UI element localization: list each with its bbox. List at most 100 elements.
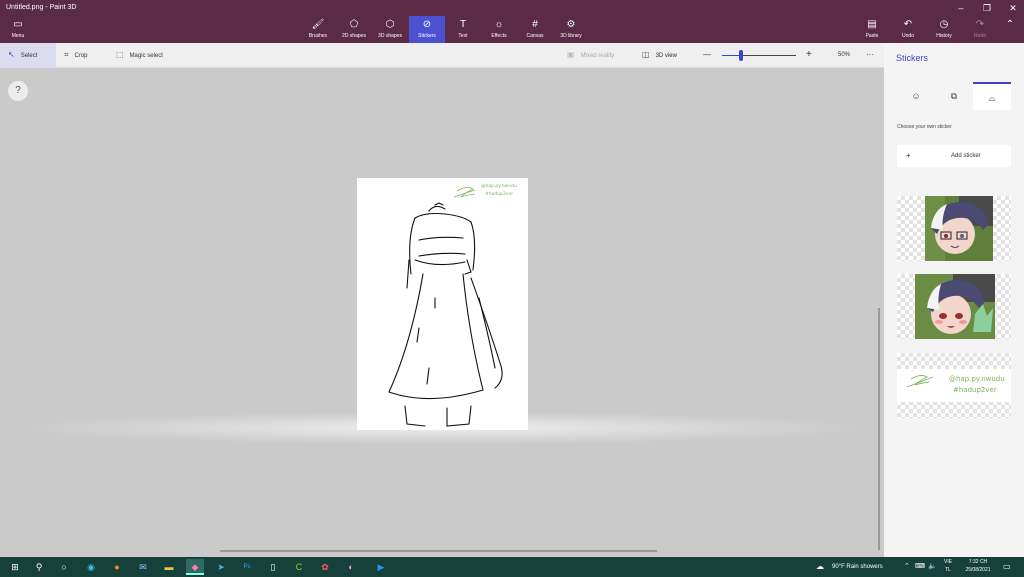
collapse-toolbar-button[interactable]: ⌃ <box>998 16 1022 43</box>
sticker-anime-character-1 <box>925 196 993 261</box>
panel-title: Stickers <box>896 53 929 63</box>
3d-view-button[interactable]: ◫ 3D view <box>642 43 677 67</box>
brush-icon: 🖌 <box>311 19 325 30</box>
title-bar: Untitled.png - Paint 3D – ❐ ✕ ▭ Menu 🖌 B… <box>0 0 1024 43</box>
cursor-icon: ↖ <box>8 50 15 59</box>
paste-button[interactable]: ▤ Paste <box>854 16 890 43</box>
textures-tab-icon: ⧉ <box>950 91 958 101</box>
windows-start-icon[interactable]: ⊞ <box>6 559 24 575</box>
folder-icon: ▭ <box>13 19 23 30</box>
shapes-2d-icon: ⬠ <box>349 19 359 30</box>
text-icon: T <box>459 19 467 30</box>
signature-scribble <box>453 187 476 198</box>
effects-icon: ☼ <box>494 19 504 30</box>
zoom-app-icon[interactable]: ▶ <box>372 559 390 575</box>
tool-3d-shapes[interactable]: ⬡ 3D shapes <box>372 16 408 43</box>
tool-brushes[interactable]: 🖌 Brushes <box>300 16 336 43</box>
mixed-reality-icon: ▣ <box>567 50 575 59</box>
menu-button[interactable]: ▭ Menu <box>0 16 36 43</box>
weather-icon: ☁ <box>816 562 824 571</box>
clipboard-icon: ▤ <box>867 19 877 30</box>
3d-view-icon: ◫ <box>642 50 650 59</box>
tool-text[interactable]: T Text <box>445 16 481 43</box>
stickers-tab-icon: ☺ <box>911 91 921 101</box>
media-app-icon[interactable]: ◐ <box>342 559 360 575</box>
firefox-icon[interactable]: ● <box>108 559 126 575</box>
sticker-signature: @hap.py.nwudu #hadup2ver <box>897 369 1011 402</box>
crop-button[interactable]: ⌗ Crop <box>64 43 88 67</box>
sticker-icon: ⊘ <box>422 19 432 30</box>
network-icon[interactable]: ⌨ <box>915 557 925 577</box>
zoom-out-button[interactable]: — <box>703 43 711 67</box>
help-button[interactable]: ? <box>8 81 28 101</box>
tab-textures[interactable]: ⧉ <box>935 82 973 110</box>
telegram-icon[interactable]: ➤ <box>212 559 230 575</box>
mixed-reality-button[interactable]: ▣ Mixed reality <box>567 43 614 67</box>
file-explorer-icon[interactable]: ▬ <box>160 559 178 575</box>
signature-text-1: @hap.py.nwudu <box>481 183 517 189</box>
paint-3d-taskbar-icon[interactable]: ◆ <box>186 559 204 575</box>
drawing-canvas[interactable]: @hap.py.nwudu #hadup2ver <box>357 178 528 430</box>
sticker-thumbnail[interactable] <box>897 274 1011 339</box>
sticker-anime-character-2 <box>915 274 995 339</box>
custom-sticker-tab-icon: ⌓ <box>988 93 996 103</box>
more-options-button[interactable]: ··· <box>866 43 874 67</box>
close-button[interactable]: ✕ <box>1003 2 1023 14</box>
tab-stickers[interactable]: ☺ <box>897 82 935 110</box>
sticker-signature-text-2: #hadup2ver <box>953 386 997 394</box>
tool-canvas[interactable]: # Canvas <box>517 16 553 43</box>
weather-text[interactable]: 90°F Rain showers <box>832 557 883 577</box>
undo-icon: ↶ <box>903 19 913 30</box>
select-button[interactable]: ↖ Select <box>0 43 56 67</box>
search-icon[interactable]: ⚲ <box>30 559 48 575</box>
sketch-drawing: @hap.py.nwudu #hadup2ver <box>388 183 517 427</box>
tool-2d-shapes[interactable]: ⬠ 2D shapes <box>336 16 372 43</box>
minimize-button[interactable]: – <box>951 2 971 14</box>
mail-icon[interactable]: ✉ <box>134 559 152 575</box>
windows-taskbar: ⊞ ⚲ ○ ◉ ● ✉ ▬ ◆ ➤ Ps ▯ C ✿ ◐ ▶ ☁ 90°F Ra… <box>0 557 1024 577</box>
zoom-in-button[interactable]: + <box>806 43 812 67</box>
language-indicator[interactable]: VIE TL <box>944 558 952 574</box>
sticker-signature-text-1: @hap.py.nwudu <box>949 375 1005 383</box>
history-icon: ◷ <box>939 19 949 30</box>
photoshop-icon[interactable]: Ps <box>238 559 256 575</box>
volume-icon[interactable]: 🔈 <box>928 557 937 577</box>
zoom-slider-thumb[interactable] <box>738 50 743 61</box>
magic-select-button[interactable]: ⬚ Magic select <box>116 43 163 67</box>
tool-effects[interactable]: ☼ Effects <box>481 16 517 43</box>
notification-icon[interactable]: ▭ <box>1003 557 1011 577</box>
tool-3d-library[interactable]: ⚙ 3D library <box>553 16 589 43</box>
edge-browser-icon[interactable]: ◉ <box>82 559 100 575</box>
library-icon: ⚙ <box>566 19 576 30</box>
restore-button[interactable]: ❐ <box>977 2 997 14</box>
vertical-scrollbar[interactable] <box>878 308 880 550</box>
sticker-thumbnail[interactable] <box>897 196 1011 261</box>
canvas-icon: # <box>532 19 538 30</box>
stickers-panel: Stickers ☺ ⧉ ⌓ Choose your own sticker +… <box>884 43 1024 557</box>
sticker-thumbnail[interactable]: @hap.py.nwudu #hadup2ver <box>897 353 1011 418</box>
tool-stickers[interactable]: ⊘ Stickers <box>409 16 445 43</box>
tab-custom-stickers[interactable]: ⌓ <box>973 82 1011 110</box>
canvas-workspace[interactable]: ? @hap.py.nwudu #hadup2ver <box>0 68 884 557</box>
zoom-percent: 50% <box>838 52 851 58</box>
system-tray-chevron-icon[interactable]: ⌃ <box>904 557 910 577</box>
history-button[interactable]: ◷ History <box>926 16 962 43</box>
zoom-slider[interactable] <box>722 50 796 61</box>
window-title: Untitled.png - Paint 3D <box>6 4 77 11</box>
signature-text-2: #hadup2ver <box>485 191 513 197</box>
redo-button[interactable]: ↷ Redo <box>962 16 998 43</box>
zoom-slider-fill <box>722 55 741 56</box>
horizontal-scrollbar[interactable] <box>220 550 657 552</box>
notepad-icon[interactable]: ▯ <box>264 559 282 575</box>
plus-icon: + <box>906 151 911 160</box>
app-icon[interactable]: ✿ <box>316 559 334 575</box>
cortana-icon[interactable]: ○ <box>55 559 73 575</box>
chevron-up-icon: ⌃ <box>1005 19 1015 30</box>
camtasia-icon[interactable]: C <box>290 559 308 575</box>
choose-sticker-label: Choose your own sticker <box>897 124 952 130</box>
crop-icon: ⌗ <box>64 50 69 59</box>
undo-button[interactable]: ↶ Undo <box>890 16 926 43</box>
add-sticker-button[interactable]: + Add sticker <box>897 145 1011 167</box>
cube-icon: ⬡ <box>385 19 395 30</box>
clock[interactable]: 7:32 CH 25/08/2021 <box>960 558 996 574</box>
